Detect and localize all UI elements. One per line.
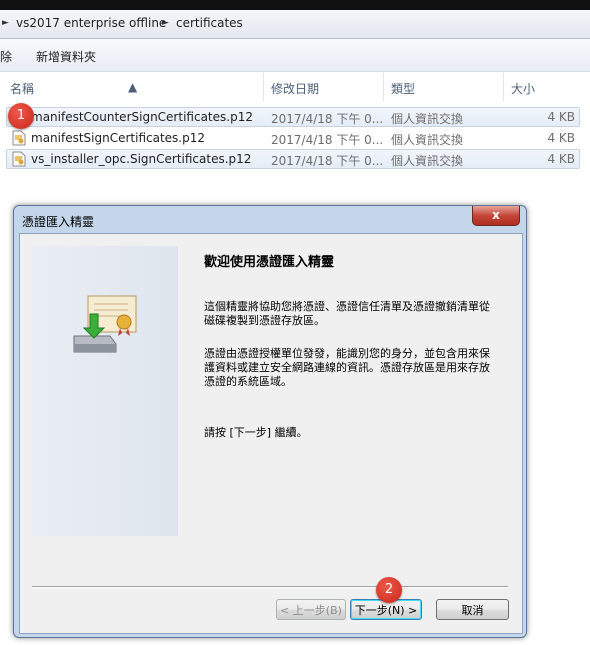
- file-row[interactable]: manifestSignCertificates.p12 2017/4/18 下…: [6, 128, 580, 148]
- column-name[interactable]: 名稱: [10, 80, 34, 97]
- file-name: vs_installer_opc.SignCertificates.p12: [31, 152, 252, 166]
- breadcrumb-item-folder[interactable]: vs2017 enterprise offline: [16, 16, 166, 30]
- breadcrumb-separator-icon[interactable]: ►: [162, 18, 169, 28]
- explorer-toolbar: 除 新增資料夾: [0, 39, 590, 72]
- column-size[interactable]: 大小: [511, 80, 535, 97]
- certificate-file-icon: [12, 151, 26, 167]
- column-divider[interactable]: [383, 73, 384, 101]
- cancel-button[interactable]: 取消: [436, 599, 509, 620]
- dialog-body: 歡迎使用憑證匯入精靈 這個精靈將協助您將憑證、憑證信任清單及憑證撤銷清單從磁碟複…: [19, 233, 523, 634]
- file-type: 個人資訊交換: [391, 112, 464, 126]
- file-size: 4 KB: [547, 131, 575, 145]
- column-type[interactable]: 類型: [391, 80, 415, 97]
- close-icon: x: [492, 208, 500, 222]
- file-size: 4 KB: [547, 110, 575, 124]
- column-header: ▲ 名稱 修改日期 類型 大小: [0, 73, 590, 101]
- new-folder-button[interactable]: 新增資料夾: [36, 48, 96, 65]
- toolbar-item-partial[interactable]: 除: [0, 48, 12, 65]
- column-divider[interactable]: [263, 73, 264, 101]
- dialog-title: 憑證匯入精靈: [22, 215, 95, 229]
- wizard-intro-text: 這個精靈將協助您將憑證、憑證信任清單及憑證撤銷清單從磁碟複製到憑證存放區。: [204, 300, 490, 327]
- wizard-heading: 歡迎使用憑證匯入精靈: [204, 255, 335, 270]
- sort-arrow-icon: ▲: [128, 80, 138, 94]
- window-top-edge: [0, 0, 590, 10]
- file-type: 個人資訊交換: [391, 154, 464, 168]
- step-badge-one: 1: [8, 103, 34, 129]
- file-date: 2017/4/18 下午 0...: [271, 154, 384, 168]
- address-bar[interactable]: ► vs2017 enterprise offline ► certificat…: [0, 10, 590, 39]
- wizard-continue-hint: 請按 [下一步] 繼續。: [204, 426, 308, 439]
- breadcrumb-item-current[interactable]: certificates: [176, 16, 243, 30]
- file-row[interactable]: manifestCounterSignCertificates.p12 2017…: [6, 107, 580, 127]
- file-type: 個人資訊交換: [391, 133, 464, 147]
- dialog-divider: [32, 586, 508, 588]
- file-size: 4 KB: [547, 152, 575, 166]
- column-date[interactable]: 修改日期: [271, 80, 319, 97]
- file-name: manifestSignCertificates.p12: [31, 131, 206, 145]
- back-button[interactable]: < 上一步(B): [276, 599, 346, 620]
- file-row[interactable]: vs_installer_opc.SignCertificates.p12 20…: [6, 149, 580, 169]
- wizard-side-panel: [32, 246, 178, 536]
- step-badge-two: 2: [376, 577, 402, 603]
- certificate-file-icon: [12, 130, 26, 146]
- breadcrumb-chevron-icon[interactable]: ►: [2, 18, 9, 28]
- column-divider[interactable]: [503, 73, 504, 101]
- wizard-certificate-info-text: 憑證由憑證授權單位發發，能識別您的身分，並包含用來保護資料或建立安全網路連線的資…: [204, 347, 490, 388]
- file-name: manifestCounterSignCertificates.p12: [31, 110, 253, 124]
- certificate-import-icon: [73, 295, 137, 353]
- certificate-import-wizard: 憑證匯入精靈 x 歡迎使用憑證匯入精靈 這個精靈將協助您將憑證、憑證信任清單及憑…: [13, 205, 527, 638]
- file-date: 2017/4/18 下午 0...: [271, 112, 384, 126]
- close-button[interactable]: x: [472, 206, 520, 226]
- file-date: 2017/4/18 下午 0...: [271, 133, 384, 147]
